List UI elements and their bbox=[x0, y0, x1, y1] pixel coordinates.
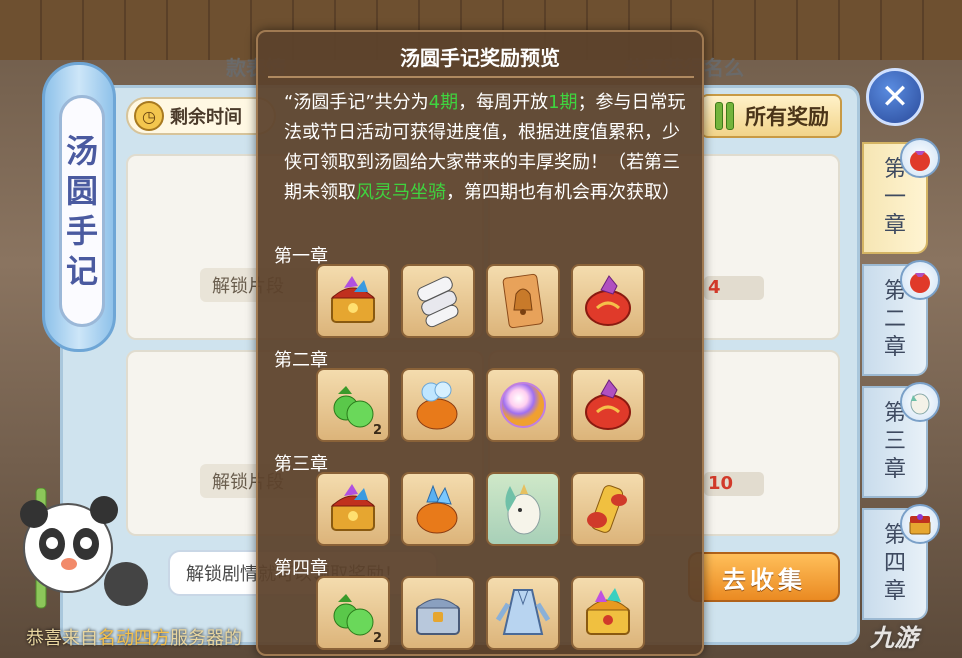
bamboo-icon bbox=[713, 101, 739, 131]
crystal-bag-icon[interactable] bbox=[401, 368, 475, 442]
item-count: 2 bbox=[372, 423, 382, 438]
desc-highlight: 4期 bbox=[428, 92, 459, 113]
scroll-bundle-icon[interactable] bbox=[401, 264, 475, 338]
tab-char: 一 bbox=[883, 185, 906, 210]
close-icon: ✕ bbox=[880, 77, 910, 117]
close-button[interactable]: ✕ bbox=[866, 68, 924, 126]
red-fortune-bag-icon bbox=[900, 260, 940, 300]
desc-highlight: 1期 bbox=[548, 92, 578, 113]
green-gourd-icon[interactable]: 2 bbox=[316, 576, 390, 650]
clock-icon: ◷ bbox=[134, 101, 164, 131]
progress-number: 4 bbox=[704, 276, 764, 300]
tab-char: 章 bbox=[883, 579, 906, 604]
chapter-4-rewards: 2 bbox=[316, 576, 645, 650]
chapter-2-rewards: 2 bbox=[316, 368, 645, 442]
gold-gem-chest-icon[interactable] bbox=[571, 576, 645, 650]
reward-preview-dialog: 汤圆手记奖励预览 “汤圆手记”共分为4期，每周开放1期；参与日常玩法或节日活动可… bbox=[256, 30, 704, 656]
tab-char: 四 bbox=[883, 551, 906, 576]
item-count: 2 bbox=[372, 631, 382, 646]
silver-chest-icon[interactable] bbox=[401, 576, 475, 650]
banner-char: 手 bbox=[65, 212, 98, 250]
tab-chapter-1[interactable]: 第 一 章 bbox=[862, 138, 940, 254]
wind-spirit-horse-icon[interactable] bbox=[486, 472, 560, 546]
blue-crystal-bag-icon[interactable] bbox=[401, 472, 475, 546]
tab-chapter-2[interactable]: 第 二 章 bbox=[862, 260, 940, 376]
progress-number: 10 bbox=[704, 472, 764, 496]
banner-char: 圆 bbox=[65, 172, 98, 210]
remaining-time: ◷ 剩余时间 bbox=[126, 97, 276, 135]
gem-treasure-chest-icon[interactable] bbox=[316, 264, 390, 338]
desc-text: ，第四期也有机会再次获取） bbox=[446, 182, 680, 203]
tab-char: 三 bbox=[883, 429, 906, 454]
gold-seal-scroll-icon[interactable] bbox=[571, 472, 645, 546]
panda-mascot-icon bbox=[20, 488, 148, 609]
blue-robe-icon[interactable] bbox=[486, 576, 560, 650]
marquee-prefix: 恭喜来自 bbox=[26, 628, 98, 649]
all-rewards-label: 所有奖励 bbox=[745, 105, 829, 129]
red-fortune-bag-icon[interactable] bbox=[571, 368, 645, 442]
divider bbox=[268, 76, 694, 78]
desc-text: ，每周开放 bbox=[458, 92, 549, 113]
gem-treasure-chest-icon[interactable] bbox=[316, 472, 390, 546]
desc-highlight: 风灵马坐骑 bbox=[356, 182, 446, 203]
tab-char: 章 bbox=[883, 457, 906, 482]
tab-char: 二 bbox=[883, 307, 906, 332]
tab-chapter-4[interactable]: 第 四 章 bbox=[862, 504, 940, 620]
green-gourd-icon[interactable]: 2 bbox=[316, 368, 390, 442]
bell-scroll-icon[interactable] bbox=[486, 264, 560, 338]
go-collect-button[interactable]: 去收集 bbox=[688, 552, 840, 602]
event-title-banner: 汤 圆 手 记 bbox=[42, 62, 116, 352]
banner-char: 汤 bbox=[65, 132, 98, 170]
chapter-1-rewards bbox=[316, 264, 645, 338]
desc-text: “汤圆手记”共分为 bbox=[284, 92, 429, 113]
broadcast-marquee: 恭喜来自名动四方服务器的 bbox=[0, 626, 300, 652]
dialog-title: 汤圆手记奖励预览 bbox=[400, 46, 560, 70]
chapter-3-rewards bbox=[316, 472, 645, 546]
tab-chapter-3[interactable]: 第 三 章 bbox=[862, 382, 940, 498]
rainbow-orb-icon[interactable] bbox=[486, 368, 560, 442]
banner-char: 记 bbox=[65, 252, 98, 290]
red-fortune-bag-icon bbox=[900, 138, 940, 178]
marquee-server: 名动四方 bbox=[98, 628, 170, 649]
red-fortune-bag-icon[interactable] bbox=[571, 264, 645, 338]
white-horse-icon bbox=[900, 382, 940, 422]
dialog-description: “汤圆手记”共分为4期，每周开放1期；参与日常玩法或节日活动可获得进度值，根据进… bbox=[284, 88, 688, 208]
tab-char: 章 bbox=[883, 335, 906, 360]
treasure-chest-icon bbox=[900, 504, 940, 544]
tab-char: 章 bbox=[883, 213, 906, 238]
marquee-suffix: 服务器的 bbox=[170, 628, 242, 649]
all-rewards-button[interactable]: 所有奖励 bbox=[700, 94, 842, 138]
timer-label: 剩余时间 bbox=[170, 107, 242, 128]
watermark-logo: 九游 bbox=[870, 624, 918, 652]
